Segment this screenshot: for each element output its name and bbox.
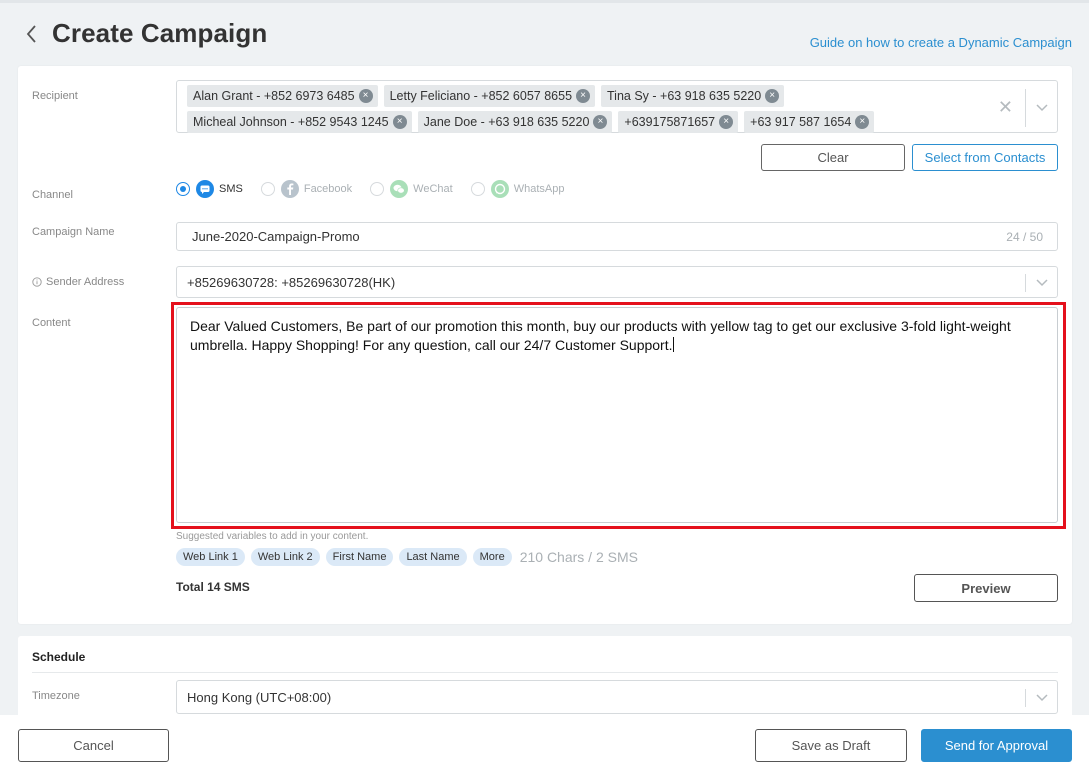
channel-option-whatsapp[interactable]: WhatsApp	[470, 180, 564, 198]
channel-option-facebook[interactable]: Facebook	[260, 180, 352, 198]
char-count: 210 Chars / 2 SMS	[519, 549, 638, 565]
clear-all-icon[interactable]: ✕	[998, 97, 1013, 118]
channel-label: Channel	[32, 189, 73, 201]
top-divider	[0, 0, 1089, 3]
recipient-chip: +639175871657 ×	[618, 111, 739, 133]
divider	[1025, 89, 1026, 127]
timezone-select[interactable]: Hong Kong (UTC+08:00)	[176, 680, 1058, 714]
variable-tag-first-name[interactable]: First Name	[325, 548, 394, 566]
chevron-left-icon	[26, 25, 36, 43]
divider	[1025, 274, 1026, 292]
recipient-chip: Letty Feliciano - +852 6057 8655 ×	[383, 85, 596, 107]
suggested-variables-hint: Suggested variables to add in your conte…	[176, 531, 369, 542]
select-from-contacts-button[interactable]: Select from Contacts	[912, 144, 1058, 171]
remove-chip-icon[interactable]: ×	[855, 115, 870, 129]
wechat-icon	[390, 180, 409, 198]
channel-option-wechat[interactable]: WeChat	[370, 180, 453, 198]
campaign-name-input[interactable]: June-2020-Campaign-Promo 24 / 50	[176, 222, 1058, 251]
remove-chip-icon[interactable]: ×	[719, 115, 734, 129]
recipient-label: Recipient	[32, 90, 78, 102]
preview-button[interactable]: Preview	[914, 574, 1058, 602]
radio-unselected[interactable]	[370, 182, 385, 196]
variable-tag-web-link-2[interactable]: Web Link 2	[250, 548, 320, 566]
timezone-label: Timezone	[32, 690, 80, 702]
recipient-chip: Jane Doe - +63 918 635 5220 ×	[417, 111, 613, 133]
text-cursor	[672, 337, 674, 352]
back-button[interactable]	[22, 22, 42, 46]
page-title: Create Campaign	[52, 18, 268, 48]
remove-chip-icon[interactable]: ×	[765, 89, 780, 103]
schedule-card: Schedule Timezone Hong Kong (UTC+08:00)	[18, 636, 1072, 726]
clear-button[interactable]: Clear	[761, 144, 905, 171]
char-counter: 24 / 50	[1006, 229, 1043, 244]
variable-tag-more[interactable]: More	[472, 548, 512, 566]
channel-option-sms[interactable]: SMS	[176, 180, 243, 198]
radio-selected[interactable]	[176, 182, 190, 196]
recipient-chip: Micheal Johnson - +852 9543 1245 ×	[187, 111, 412, 133]
channel-options: SMS Facebook WeChat WhatsApp	[176, 178, 582, 200]
content-label: Content	[32, 317, 71, 329]
chevron-down-icon[interactable]	[1035, 103, 1049, 113]
content-textarea[interactable]: Dear Valued Customers, Be part of our pr…	[176, 307, 1058, 523]
facebook-icon	[280, 180, 299, 198]
radio-unselected[interactable]	[260, 182, 275, 196]
schedule-title: Schedule	[32, 650, 86, 664]
total-sms: Total 14 SMS	[176, 580, 250, 594]
campaign-name-label: Campaign Name	[32, 226, 115, 238]
sender-address-select[interactable]: +85269630728: +85269630728(HK)	[176, 266, 1058, 298]
info-icon	[32, 277, 42, 287]
recipient-chip: +63 917 587 1654 ×	[744, 111, 875, 133]
remove-chip-icon[interactable]: ×	[593, 115, 608, 129]
whatsapp-icon	[490, 180, 509, 198]
guide-link[interactable]: Guide on how to create a Dynamic Campaig…	[810, 35, 1072, 50]
campaign-form-card: Recipient Alan Grant - +852 6973 6485 × L…	[18, 66, 1072, 624]
radio-unselected[interactable]	[470, 182, 485, 196]
variable-tag-last-name[interactable]: Last Name	[399, 548, 467, 566]
recipient-select[interactable]: Alan Grant - +852 6973 6485 × Letty Felic…	[176, 80, 1058, 133]
send-for-approval-button[interactable]: Send for Approval	[921, 729, 1072, 762]
remove-chip-icon[interactable]: ×	[358, 89, 373, 103]
remove-chip-icon[interactable]: ×	[576, 89, 591, 103]
chevron-down-icon[interactable]	[1035, 693, 1049, 703]
recipient-chips: Alan Grant - +852 6973 6485 × Letty Felic…	[187, 85, 1007, 137]
footer-bar: Cancel Save as Draft Send for Approval	[0, 715, 1089, 771]
recipient-chip: Alan Grant - +852 6973 6485 ×	[187, 85, 378, 107]
variable-tags: Web Link 1 Web Link 2 First Name Last Na…	[176, 548, 638, 566]
chevron-down-icon[interactable]	[1035, 278, 1049, 288]
divider	[1025, 689, 1026, 707]
save-as-draft-button[interactable]: Save as Draft	[755, 729, 907, 762]
cancel-button[interactable]: Cancel	[18, 729, 169, 762]
sender-address-label: Sender Address	[32, 276, 124, 288]
sms-icon	[196, 180, 214, 198]
recipient-chip: Tina Sy - +63 918 635 5220 ×	[601, 85, 785, 107]
variable-tag-web-link-1[interactable]: Web Link 1	[176, 548, 245, 566]
divider	[32, 672, 1058, 673]
remove-chip-icon[interactable]: ×	[392, 115, 407, 129]
